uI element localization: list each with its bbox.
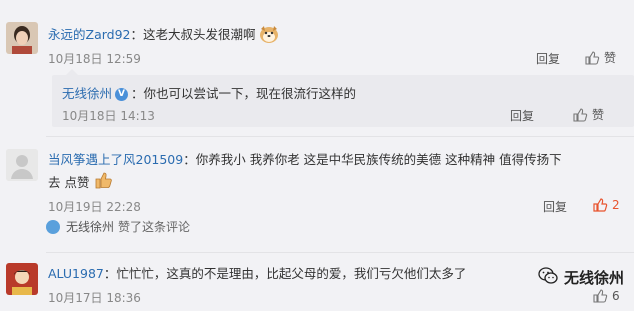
- reply-username[interactable]: 无线徐州: [62, 86, 112, 101]
- reply-button[interactable]: 回复: [543, 198, 567, 215]
- thumbs-up-icon: [572, 107, 588, 123]
- avatar[interactable]: [6, 149, 38, 181]
- author-liked-icon: [46, 219, 60, 234]
- reply-box: 无线徐州 V ：你也可以尝试一下，现在很流行这样的 10月18日 14:13 回复 …: [52, 69, 634, 127]
- thumbs-up-emoji: [93, 171, 113, 196]
- comment-item: 永远的Zard92：这老大叔头发很潮啊 10月18日 12:59 回复 赞 无线…: [0, 0, 634, 135]
- verified-icon: V: [115, 88, 129, 101]
- reply-like-button[interactable]: 赞: [572, 106, 604, 123]
- comment-text-line1: ：你养我小 我养你老 这是中华民族传统的美德 这种精神 值得传扬下: [183, 152, 562, 167]
- thumbs-up-icon: [584, 50, 600, 66]
- avatar[interactable]: [6, 22, 38, 54]
- liked-by-row: 无线徐州 赞了这条评论: [46, 218, 190, 235]
- like-button[interactable]: 6: [592, 288, 620, 304]
- like-button[interactable]: 赞: [584, 49, 616, 66]
- avatar[interactable]: [6, 263, 38, 295]
- reply-reply-button[interactable]: 回复: [510, 107, 534, 124]
- comment-username[interactable]: 当风筝遇上了风201509: [48, 152, 183, 167]
- comment-item: 当风筝遇上了风201509：你养我小 我养你老 这是中华民族传统的美德 这种精神…: [0, 137, 634, 247]
- thumbs-up-icon: [592, 288, 608, 304]
- reply-button[interactable]: 回复: [536, 50, 560, 67]
- wechat-icon: [538, 267, 558, 288]
- comment-username[interactable]: 永远的Zard92: [48, 27, 130, 42]
- comment-time: 10月19日 22:28: [48, 200, 141, 214]
- like-button[interactable]: 2: [592, 197, 620, 213]
- reply-time: 10月18日 14:13: [62, 109, 155, 123]
- liked-text: 赞了这条评论: [118, 220, 191, 234]
- comment-text: ：这老大叔头发很潮啊: [130, 27, 256, 42]
- comment-time: 10月17日 18:36: [48, 291, 141, 305]
- comment-text-line2: 去 点赞: [48, 175, 90, 190]
- watermark: 无线徐州: [538, 267, 624, 288]
- reply-text: ：你也可以尝试一下，现在很流行这样的: [131, 86, 357, 101]
- thumbs-up-liked-icon: [592, 197, 608, 213]
- comment-time: 10月18日 12:59: [48, 52, 141, 66]
- comment-text: ：忙忙忙，这真的不是理由，比起父母的爱，我们亏欠他们太多了: [103, 266, 467, 281]
- comment-username[interactable]: ALU1987: [48, 266, 104, 281]
- doge-emoji: [259, 25, 279, 46]
- watermark-text: 无线徐州: [563, 269, 624, 287]
- liked-by-name[interactable]: 无线徐州: [66, 218, 114, 235]
